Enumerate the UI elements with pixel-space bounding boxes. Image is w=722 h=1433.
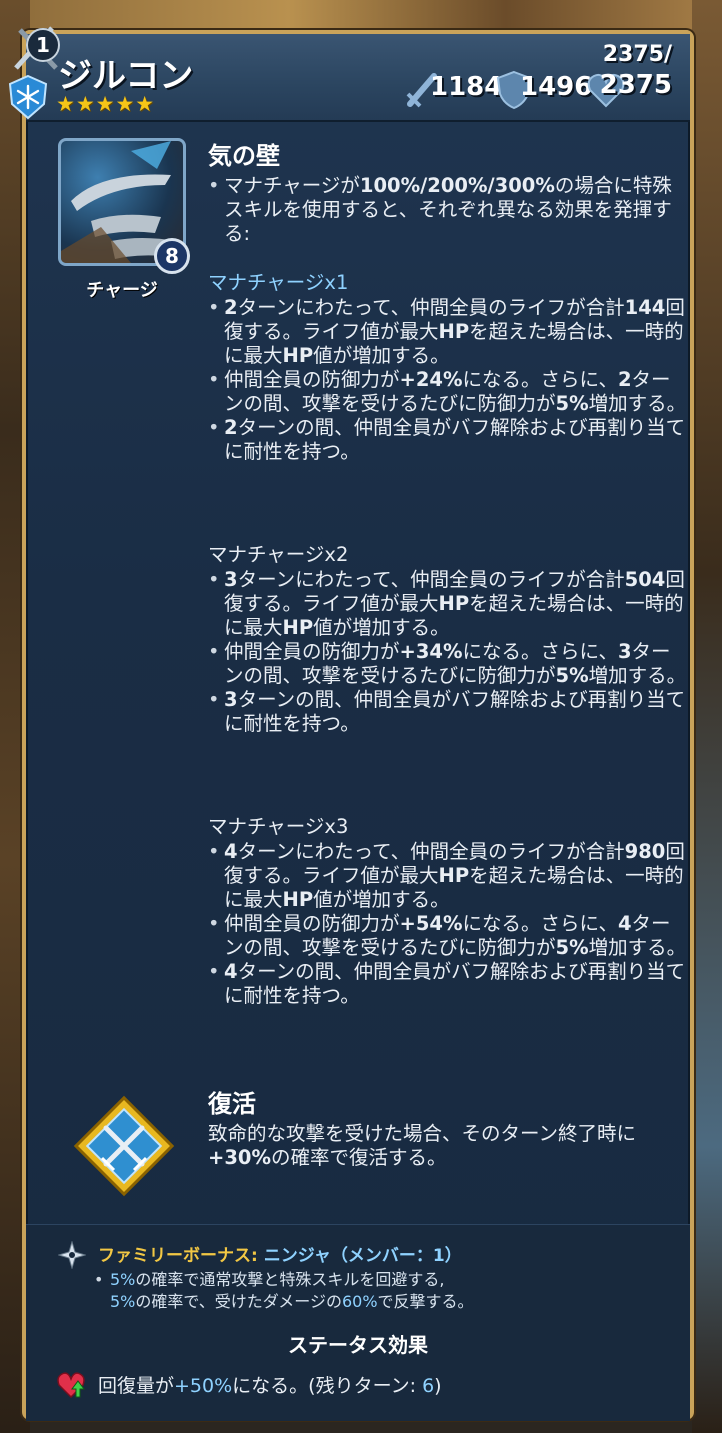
passive-skill-title: 復活 <box>208 1090 256 1118</box>
status-effect-line: 回復量が+50%になる。(残りターン: 6) <box>98 1375 442 1397</box>
hp-current: 2375/ <box>602 42 672 67</box>
family-bonus-title: ファミリーボーナス: ニンジャ（メンバー：1） <box>98 1246 462 1266</box>
intro-bullet: マナチャージが100%/200%/300%の場合に特殊スキルを使用すると、それぞ… <box>208 174 688 246</box>
tier-3-defense: 仲間全員の防御力が+54%になる。さらに、4ターンの間、攻撃を受けるたびに防御力… <box>208 912 688 960</box>
passive-skill-desc: 致命的な攻撃を受けた場合、そのターン終了時に+30%の確率で復活する。 <box>208 1122 637 1169</box>
tier-1-defense: 仲間全員の防御力が+24%になる。さらに、2ターンの間、攻撃を受けるたびに防御力… <box>208 368 688 416</box>
attack-stat: 1184 <box>404 70 502 110</box>
tier-3-heal: 4ターンにわたって、仲間全員のライフが合計980回復する。ライフ値が最大HPを超… <box>208 840 688 912</box>
background-right <box>692 0 722 1433</box>
tier-1-block: マナチャージx1 2ターンにわたって、仲間全員のライフが合計144回復する。ライ… <box>208 270 688 464</box>
hero-level: 1 <box>26 28 60 62</box>
tier-1-immunity: 2ターンの間、仲間全員がバフ解除および再割り当てに耐性を持つ。 <box>208 416 688 464</box>
hero-info-panel: 1 ジルコン ★★★★★ 1184 1496 2375/ 2375 8 チャージ… <box>8 26 694 1421</box>
hero-stars: ★★★★★ <box>56 92 156 116</box>
hp-max: 2375 <box>599 70 672 100</box>
defense-stat: 1496 <box>496 70 592 110</box>
tier-3-header: マナチャージx3 <box>208 815 349 838</box>
tier-3-block: マナチャージx3 4ターンにわたって、仲間全員のライフが合計980回復する。ライ… <box>208 814 688 1008</box>
background-top <box>0 0 722 34</box>
tier-2-header: マナチャージx2 <box>208 543 349 566</box>
special-intro: マナチャージが100%/200%/300%の場合に特殊スキルを使用すると、それぞ… <box>208 174 688 246</box>
tier-2-block: マナチャージx2 3ターンにわたって、仲間全員のライフが合計504回復する。ライ… <box>208 542 688 736</box>
charge-label: チャージ <box>86 280 158 301</box>
family-bonus-line-2: 5%の確率で、受けたダメージの60%で反撃する。 <box>110 1292 474 1311</box>
family-bonus-section: ファミリーボーナス: ニンジャ（メンバー：1） 5%の確率で通常攻撃と特殊スキル… <box>26 1224 690 1421</box>
hero-header: 1 ジルコン ★★★★★ 1184 1496 2375/ 2375 <box>8 26 690 122</box>
mana-cost-badge: 8 <box>154 238 190 274</box>
tier-2-heal: 3ターンにわたって、仲間全員のライフが合計504回復する。ライフ値が最大HPを超… <box>208 568 688 640</box>
status-effects-header: ステータス効果 <box>288 1333 428 1357</box>
shuriken-icon <box>58 1241 86 1269</box>
revive-swords-icon[interactable] <box>72 1094 176 1198</box>
tier-2-immunity: 3ターンの間、仲間全員がバフ解除および再割り当てに耐性を持つ。 <box>208 688 688 736</box>
tier-1-header: マナチャージx1 <box>208 271 349 294</box>
tier-3-immunity: 4ターンの間、仲間全員がバフ解除および再割り当てに耐性を持つ。 <box>208 960 688 1008</box>
snowflake-icon <box>8 74 48 120</box>
tier-1-heal: 2ターンにわたって、仲間全員のライフが合計144回復する。ライフ値が最大HPを超… <box>208 296 688 368</box>
hero-name: ジルコン <box>58 56 194 96</box>
family-bonus-line-1: 5%の確率で通常攻撃と特殊スキルを回避する, <box>94 1269 444 1291</box>
heal-up-icon <box>57 1372 85 1399</box>
tier-2-defense: 仲間全員の防御力が+34%になる。さらに、3ターンの間、攻撃を受けるたびに防御力… <box>208 640 688 688</box>
special-skill-title: 気の壁 <box>208 142 280 170</box>
